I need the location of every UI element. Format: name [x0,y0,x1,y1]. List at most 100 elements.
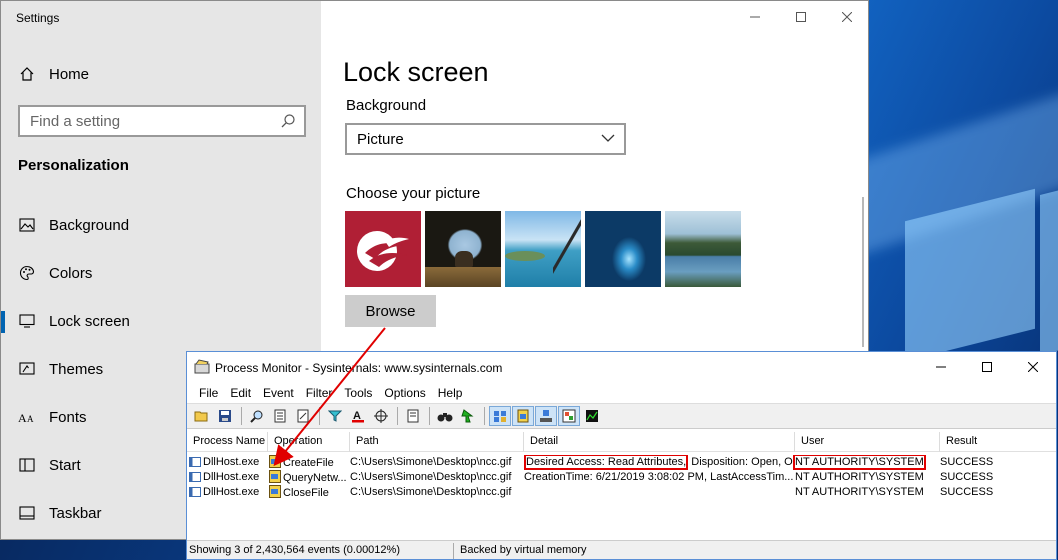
fonts-icon: AA [18,408,36,426]
path-cell: C:\Users\Simone\Desktop\ncc.gif [350,471,512,483]
registry-icon [494,411,506,422]
minimize-button[interactable] [732,1,778,33]
sidebar-item-label: Themes [49,360,104,378]
operation-cell: CreateFile [269,455,350,470]
svg-text:A: A [18,411,27,424]
user-cell: NT AUTHORITY\SYSTEM [795,471,924,483]
shore-image [505,251,545,261]
highlight-icon: A [352,410,364,423]
menu-filter[interactable]: Filter [300,383,339,403]
toolbar-separator [397,407,398,425]
sidebar-item-colors[interactable]: Colors [1,249,321,297]
process-tree-button[interactable] [402,406,424,426]
sidebar-item-lock-screen[interactable]: Lock screen [1,297,321,345]
capture-button[interactable] [246,406,268,426]
home-link[interactable]: Home [18,63,89,85]
file-activity-toggle[interactable] [512,406,534,426]
operation-cell: CloseFile [269,485,350,500]
find-button[interactable] [434,406,456,426]
ncc-logo-image [357,231,409,271]
binoculars-icon [437,413,453,422]
search-input[interactable] [20,112,270,130]
picture-icon [18,216,36,234]
minimize-icon [936,366,946,368]
home-icon [18,65,36,83]
menu-help[interactable]: Help [432,383,469,403]
svg-text:A: A [27,414,34,424]
procmon-app-icon [194,359,210,379]
monitor-icon [18,312,36,330]
detail-rest: CreationTime: 6/21/2019 3:08:02 PM, Last… [524,471,794,483]
procmon-minimize-button[interactable] [918,352,964,382]
autoscroll-button[interactable] [269,406,291,426]
thumbnail-mountain-lake[interactable] [665,211,741,287]
thumbnail-ice-cave[interactable] [585,211,661,287]
sidebar-item-label: Background [49,216,130,234]
table-header: Process Name Operation Path Detail User … [187,432,1056,452]
procmon-toolbar: A [187,403,1056,429]
column-detail[interactable]: Detail [524,432,795,452]
user-cell: NT AUTHORITY\SYSTEM [795,486,924,498]
column-path[interactable]: Path [350,432,524,452]
menu-options[interactable]: Options [378,383,431,403]
magnifier-icon [250,410,263,423]
search-icon[interactable] [280,113,296,133]
start-icon [18,456,36,474]
eraser-icon [297,409,309,423]
close-button[interactable] [824,1,868,33]
menu-file[interactable]: File [193,383,224,403]
result-cell: SUCCESS [940,471,994,483]
process-icon [189,472,201,482]
procmon-close-button[interactable] [1010,352,1056,382]
open-button[interactable] [191,406,213,426]
maximize-icon [982,362,992,372]
file-activity-icon [517,409,529,423]
menu-event[interactable]: Event [257,383,300,403]
status-separator [453,543,454,559]
maximize-button[interactable] [778,1,824,33]
thumbnail-cave-beach[interactable] [425,211,501,287]
filter-button[interactable] [324,406,346,426]
clear-button[interactable] [292,406,314,426]
operation-cell: QueryNetw... [269,470,350,485]
menu-tools[interactable]: Tools [338,383,378,403]
minimize-icon [750,16,760,18]
column-user[interactable]: User [795,432,940,452]
network-activity-toggle[interactable] [535,406,557,426]
detail-cell: Desired Access: Read Attributes, Disposi… [524,455,795,470]
highlight-button[interactable]: A [347,406,369,426]
user-highlight: NT AUTHORITY\SYSTEM [793,455,926,470]
browse-button[interactable]: Browse [345,295,436,327]
window-title: Settings [16,11,60,25]
save-button[interactable] [214,406,236,426]
profiling-button[interactable] [581,406,603,426]
filter-icon [328,410,342,422]
target-button[interactable] [370,406,392,426]
sidebar-item-background[interactable]: Background [1,201,321,249]
column-operation[interactable]: Operation [268,432,350,452]
table-row[interactable]: DllHost.exe QueryNetw... C:\Users\Simone… [187,470,1056,485]
sidebar-item-label: Start [49,456,81,474]
column-process-name[interactable]: Process Name [187,432,268,452]
sail-image [553,211,581,287]
thumbnail-sea-sail[interactable] [505,211,581,287]
operation-name: QueryNetw... [283,472,347,484]
table-row[interactable]: DllHost.exe CreateFile C:\Users\Simone\D… [187,455,1056,470]
thumbnail-ncc-logo[interactable] [345,211,421,287]
procmon-maximize-button[interactable] [964,352,1010,382]
registry-activity-toggle[interactable] [489,406,511,426]
background-dropdown[interactable]: Picture [345,123,626,155]
maximize-icon [796,12,806,22]
process-name: DllHost.exe [203,456,260,468]
search-field[interactable] [18,105,306,137]
home-label: Home [49,65,90,83]
process-activity-toggle[interactable] [558,406,580,426]
procmon-titlebar: Process Monitor - Sysinternals: www.sysi… [187,352,1056,382]
column-result[interactable]: Result [940,432,1056,452]
vertical-scrollbar[interactable] [862,197,864,347]
jump-button[interactable] [457,406,479,426]
autoscroll-icon [274,409,286,423]
table-row[interactable]: DllHost.exe CloseFile C:\Users\Simone\De… [187,485,1056,500]
menu-edit[interactable]: Edit [224,383,257,403]
user-cell: NT AUTHORITY\SYSTEM [793,455,929,470]
